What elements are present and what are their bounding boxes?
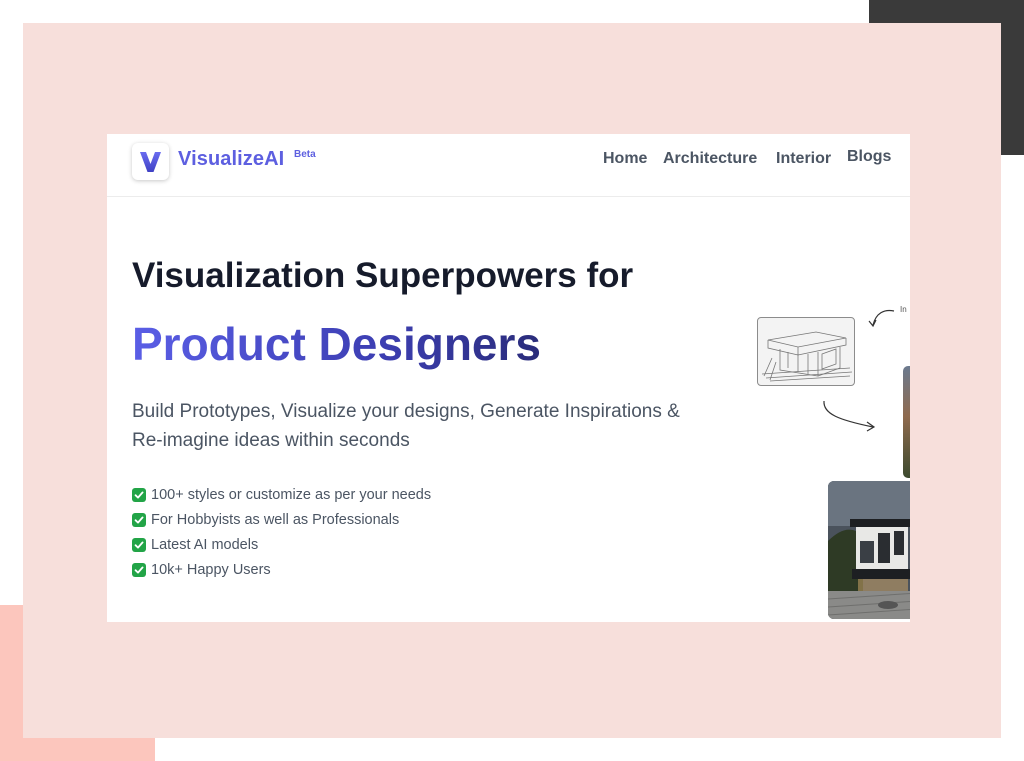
curved-arrow-icon [868, 309, 895, 328]
beta-badge: Beta [294, 149, 316, 160]
hero-accent-headline: Product Designers [132, 318, 541, 370]
check-icon [132, 537, 146, 552]
feature-text: For Hobbyists as well as Professionals [151, 511, 400, 528]
website-preview: VisualizeAI Beta Home Architecture Inter… [107, 134, 910, 622]
nav-architecture[interactable]: Architecture [663, 150, 757, 168]
list-item: 10k+ Happy Users [132, 557, 431, 582]
illustration-label: In [900, 305, 907, 314]
curved-arrow-icon [823, 400, 876, 432]
rendered-photo-partial [903, 366, 910, 478]
list-item: For Hobbyists as well as Professionals [132, 507, 431, 532]
feature-text: Latest AI models [151, 536, 259, 553]
nav-home[interactable]: Home [603, 150, 647, 168]
hero-headline: Visualization Superpowers for [132, 256, 634, 295]
feature-list: 100+ styles or customize as per your nee… [132, 482, 431, 582]
rendered-house-photo [828, 481, 910, 619]
brand-name[interactable]: VisualizeAI [178, 148, 284, 171]
feature-text: 10k+ Happy Users [151, 561, 271, 578]
check-icon [132, 562, 146, 577]
list-item: 100+ styles or customize as per your nee… [132, 482, 431, 507]
v-logo-icon [140, 152, 161, 172]
feature-text: 100+ styles or customize as per your nee… [151, 486, 432, 503]
nav-blogs[interactable]: Blogs [847, 148, 891, 166]
brand-logo[interactable] [132, 143, 169, 180]
site-header: VisualizeAI Beta Home Architecture Inter… [107, 134, 910, 197]
check-icon [132, 487, 146, 502]
hero-subtext: Build Prototypes, Visualize your designs… [132, 401, 680, 451]
nav-interior[interactable]: Interior [776, 150, 831, 168]
architecture-sketch-image [757, 317, 855, 386]
list-item: Latest AI models [132, 532, 431, 557]
check-icon [132, 512, 146, 527]
